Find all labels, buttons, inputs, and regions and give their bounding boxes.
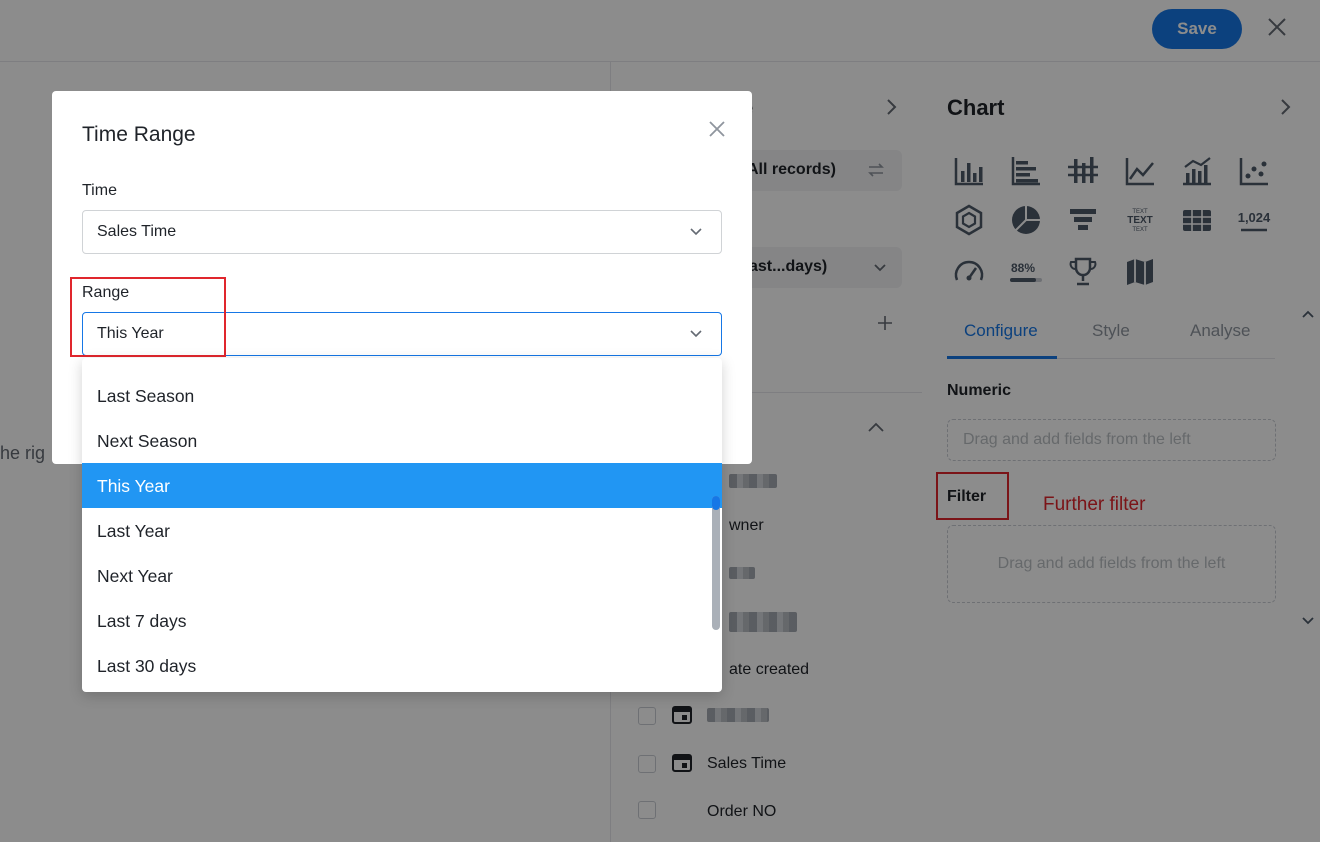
chevron-down-icon — [689, 225, 703, 239]
dropdown-option-next-season[interactable]: Next Season — [82, 418, 722, 463]
chevron-down-icon — [689, 327, 703, 341]
dialog-title: Time Range — [82, 123, 196, 146]
dropdown-option-next-year[interactable]: Next Year — [82, 553, 722, 598]
scrollbar-thumb[interactable] — [712, 496, 720, 510]
range-annotation-box — [70, 277, 226, 357]
dropdown-option-last-7-days[interactable]: Last 7 days — [82, 598, 722, 643]
time-select-value: Sales Time — [97, 223, 177, 240]
dropdown-scrollbar[interactable] — [712, 496, 720, 630]
time-field-select[interactable]: Sales Time — [82, 210, 722, 254]
time-label: Time — [82, 182, 117, 199]
dropdown-option-last-season[interactable]: Last Season — [82, 373, 722, 418]
close-icon[interactable] — [707, 119, 727, 139]
range-dropdown-menu: Last Season Next Season This Year Last Y… — [82, 358, 722, 692]
dropdown-option-this-year[interactable]: This Year — [82, 463, 722, 508]
dropdown-option-last-30-days[interactable]: Last 30 days — [82, 643, 722, 688]
dropdown-option-last-year[interactable]: Last Year — [82, 508, 722, 553]
